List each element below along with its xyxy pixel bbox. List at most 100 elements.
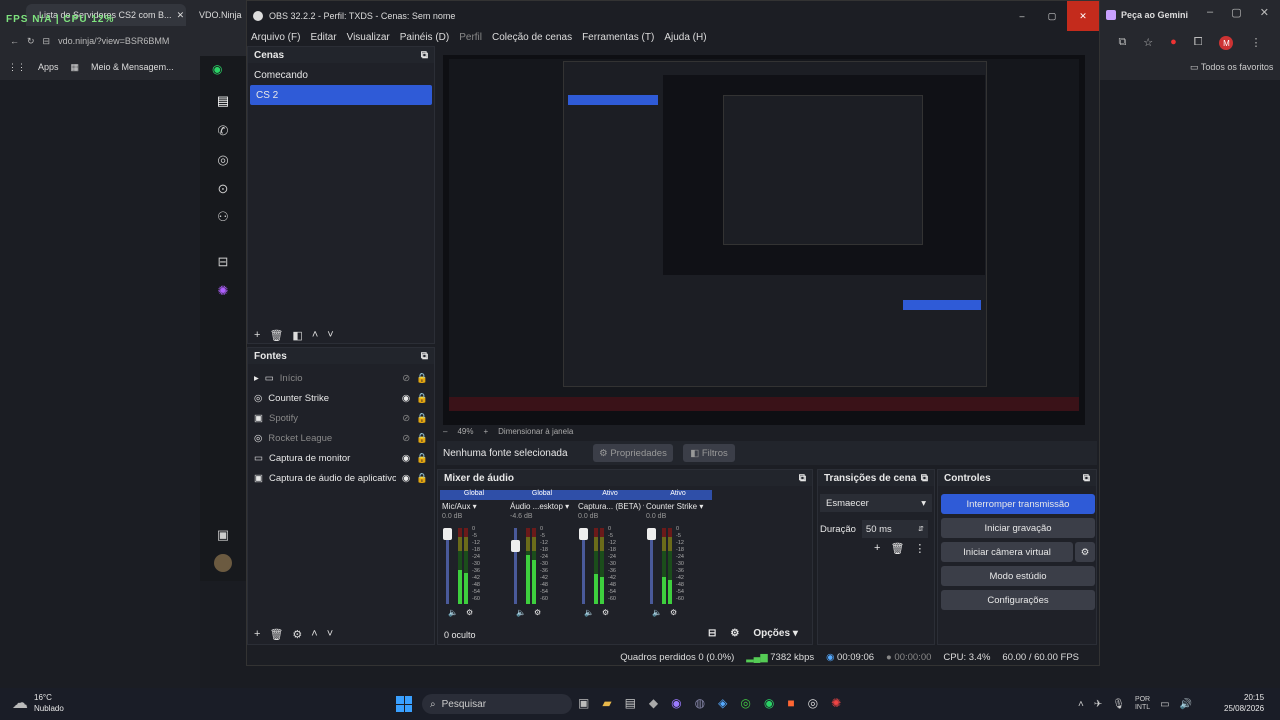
maximize-icon[interactable]: ▢ (1231, 6, 1241, 19)
chevron-up-icon[interactable]: ˄ (1078, 699, 1084, 710)
chats-icon[interactable]: ▤ (214, 92, 232, 110)
duration-spinbox[interactable]: 50 ms ⇵ (861, 520, 928, 538)
file-explorer-icon[interactable]: ▰ (602, 696, 611, 710)
undock-icon[interactable]: ⧉ (1083, 473, 1090, 484)
menu-paineis[interactable]: Painéis (D) (400, 32, 449, 43)
menu-ajuda[interactable]: Ajuda (H) (664, 32, 706, 43)
all-favorites-link[interactable]: ▭ Todos os favoritos (1190, 62, 1273, 73)
menu-arquivo[interactable]: Arquivo (F) (251, 32, 300, 43)
lock-icon[interactable]: 🔒 (416, 453, 428, 464)
speaker-icon[interactable]: 🔈 (516, 608, 526, 617)
channels-icon[interactable]: ⊙ (214, 180, 232, 198)
close-icon[interactable]: ✕ (1260, 6, 1269, 19)
cast-icon[interactable]: ⧉ (1118, 36, 1126, 50)
menu-visualizar[interactable]: Visualizar (347, 32, 390, 43)
source-row-monitor[interactable]: ▭ Captura de monitor ◉ 🔒 (248, 448, 434, 468)
channel-name[interactable]: Mic/Aux ▾ (440, 500, 508, 513)
gear-icon[interactable]: ⚙ (292, 628, 302, 641)
app-icon[interactable]: ◆ (649, 696, 658, 710)
discord-icon[interactable]: ◉ (671, 696, 681, 710)
gear-icon[interactable]: ⚙ (730, 628, 739, 639)
eye-hidden-icon[interactable]: ⊘ (402, 413, 410, 424)
volume-fader[interactable] (511, 528, 520, 604)
archive-icon[interactable]: ⊟ (214, 253, 232, 271)
app-icon[interactable]: ■ (787, 696, 794, 710)
language-indicator[interactable]: POR INTL (1135, 696, 1150, 712)
phone-icon[interactable]: ✆ (214, 122, 232, 140)
studio-mode-button[interactable]: Modo estúdio (941, 566, 1095, 586)
channel-name[interactable]: Counter Strike ▾ (644, 500, 712, 513)
extension-icon[interactable]: ● (1170, 36, 1177, 50)
arrow-up-icon[interactable]: ˄ (312, 329, 318, 341)
tray-icon[interactable]: ✈ (1094, 699, 1102, 710)
star-icon[interactable]: ☆ (1143, 36, 1153, 50)
settings-button[interactable]: Configurações (941, 590, 1095, 610)
add-icon[interactable]: + (254, 329, 260, 341)
volume-fader[interactable] (579, 528, 588, 604)
trash-icon[interactable]: 🗑 (890, 542, 904, 555)
puzzle-icon[interactable]: ⧠ (1194, 36, 1203, 50)
add-icon[interactable]: + (254, 628, 260, 640)
trash-icon[interactable]: 🗑 (269, 628, 283, 641)
source-row-spotify[interactable]: ▣ Spotify ⊘ 🔒 (248, 408, 434, 428)
expand-arrow-icon[interactable]: ▸ (254, 373, 259, 384)
bookmark-apps[interactable]: Apps (38, 62, 59, 72)
apps-icon[interactable]: ⋮⋮ (8, 62, 26, 73)
filters-button[interactable]: ◧ Filtros (683, 444, 735, 462)
fader-handle[interactable] (579, 528, 588, 540)
arrow-down-icon[interactable]: ˅ (327, 628, 333, 640)
minimize-icon[interactable]: – (1207, 6, 1213, 19)
status-icon[interactable]: ◎ (214, 151, 232, 169)
browser-address-bar[interactable]: ← ↻ ⊟ vdo.ninja/?view=BSR6BMM (10, 34, 246, 48)
zoom-out-icon[interactable]: – (443, 427, 447, 436)
close-icon[interactable]: ✕ (177, 10, 185, 21)
mic-icon[interactable]: 🎙 (1112, 699, 1125, 710)
undock-icon[interactable]: ⧉ (799, 473, 806, 484)
menu-perfil[interactable]: Perfil (459, 32, 482, 43)
clock[interactable]: 20:15 25/08/2026 (1224, 692, 1264, 714)
chrome-icon[interactable]: ◎ (740, 696, 750, 710)
steam-icon[interactable]: ◍ (695, 696, 705, 710)
gear-icon[interactable]: ⚙ (670, 608, 677, 617)
communities-icon[interactable]: ⚇ (214, 208, 232, 226)
weather-widget[interactable]: ☁ 16°C Nublado (12, 692, 64, 714)
channel-name[interactable]: Áudio ...esktop ▾ (508, 500, 576, 513)
app-icon[interactable]: ▤ (625, 696, 636, 710)
lock-icon[interactable]: 🔒 (416, 433, 428, 444)
spin-arrows-icon[interactable]: ⇵ (918, 525, 924, 533)
whatsapp-icon[interactable]: ◉ (764, 696, 774, 710)
source-row-counter-strike[interactable]: ◎ Counter Strike ◉ 🔒 (248, 388, 434, 408)
undock-icon[interactable]: ⧉ (921, 473, 928, 484)
network-icon[interactable]: ▭ (1160, 699, 1169, 710)
trash-icon[interactable]: 🗑 (269, 329, 283, 342)
speaker-icon[interactable]: 🔈 (448, 608, 458, 617)
taskbar-search[interactable]: ⌕ Pesquisar (422, 694, 572, 714)
source-row-rocket-league[interactable]: ◎ Rocket League ⊘ 🔒 (248, 428, 434, 448)
scene-item-comecando[interactable]: Comecando (248, 65, 434, 85)
eye-icon[interactable]: ◉ (402, 393, 410, 404)
lock-icon[interactable]: 🔒 (416, 413, 428, 424)
more-icon[interactable]: ⋮ (914, 542, 925, 555)
maximize-icon[interactable]: ▢ (1037, 1, 1067, 31)
filter-icon[interactable]: ◧ (292, 329, 302, 342)
transition-select[interactable]: Esmaecer ▾ (820, 494, 932, 512)
gear-icon[interactable]: ⚙ (466, 608, 473, 617)
lock-icon[interactable]: 🔒 (416, 373, 428, 384)
resize-to-window[interactable]: Dimensionar à janela (498, 427, 573, 436)
gear-icon[interactable]: ⚙ (534, 608, 541, 617)
eye-hidden-icon[interactable]: ⊘ (402, 433, 410, 444)
volume-icon[interactable]: 🔊 (1180, 699, 1192, 710)
meta-ai-icon[interactable]: ✺ (214, 282, 232, 300)
browser-tab-vdo[interactable]: VDO.Ninja (186, 4, 246, 26)
add-icon[interactable]: + (874, 542, 880, 555)
menu-ferramentas[interactable]: Ferramentas (T) (582, 32, 654, 43)
menu-icon[interactable]: ⋮ (1250, 36, 1261, 50)
speaker-icon[interactable]: 🔈 (584, 608, 594, 617)
start-virtual-camera-button[interactable]: Iniciar câmera virtual (941, 542, 1073, 562)
fader-handle[interactable] (511, 540, 520, 552)
arrow-up-icon[interactable]: ˄ (311, 628, 317, 640)
minimize-icon[interactable]: – (1007, 1, 1037, 31)
options-button[interactable]: Opções ▾ (753, 628, 798, 639)
scene-item-cs2[interactable]: CS 2 (250, 85, 432, 105)
source-row-app-audio[interactable]: ▣ Captura de áudio de aplicativo ( ◉ 🔒 (248, 468, 434, 488)
